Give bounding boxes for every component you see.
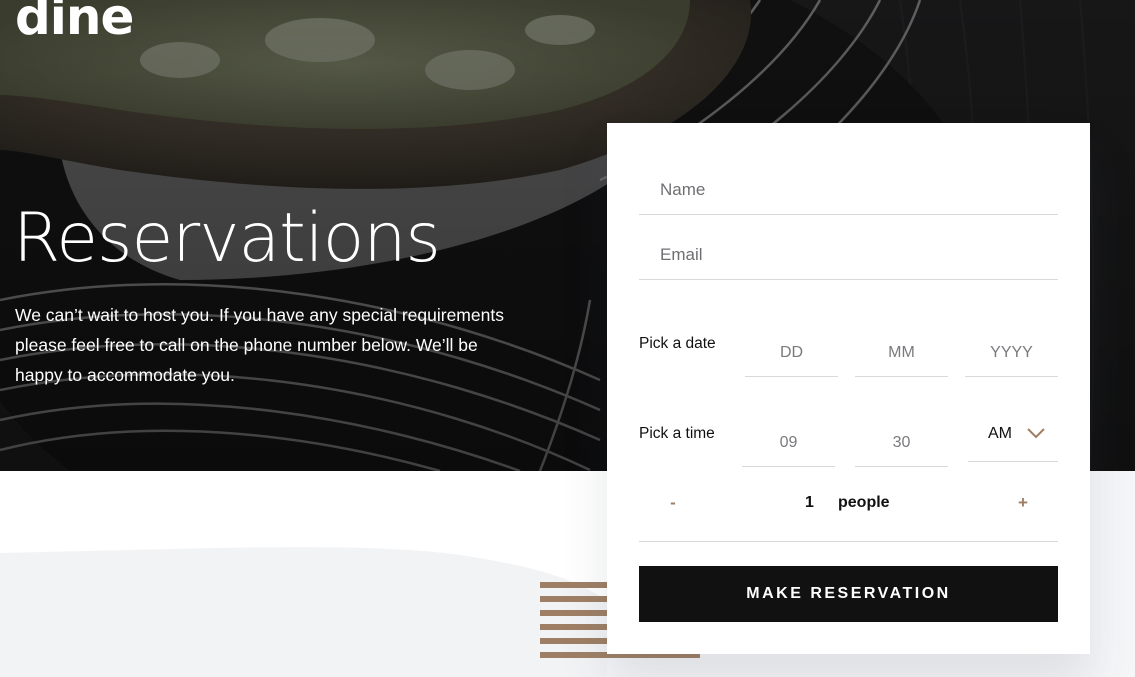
hour-input[interactable] (742, 420, 835, 466)
increment-people-button[interactable]: + (1008, 488, 1038, 518)
name-input[interactable] (639, 166, 1058, 214)
period-select-value: AM (988, 425, 1012, 442)
email-field-container (639, 231, 1058, 280)
email-input[interactable] (639, 231, 1058, 279)
people-stepper: - 1 people + (639, 478, 1058, 542)
page-title: Reservations (13, 199, 441, 278)
chevron-down-icon (1027, 428, 1045, 439)
minute-input[interactable] (855, 420, 948, 466)
day-field-container (745, 330, 838, 377)
decrement-people-button[interactable]: - (658, 488, 688, 518)
day-input[interactable] (745, 330, 838, 376)
hero-description: We can’t wait to host you. If you have a… (15, 305, 504, 385)
year-field-container (965, 330, 1058, 377)
month-field-container (855, 330, 948, 377)
time-label: Pick a time (639, 425, 715, 442)
hour-field-container (742, 420, 835, 467)
brand-logo[interactable]: dine (15, 0, 134, 42)
date-label: Pick a date (639, 335, 716, 352)
year-input[interactable] (965, 330, 1058, 376)
reservation-form: Pick a date Pick a time AM - 1 people + … (607, 123, 1090, 654)
month-input[interactable] (855, 330, 948, 376)
minute-field-container (855, 420, 948, 467)
make-reservation-button[interactable]: MAKE RESERVATION (639, 566, 1058, 622)
period-select[interactable]: AM (968, 412, 1058, 462)
people-count: 1 (805, 494, 814, 511)
people-unit-label: people (838, 494, 890, 511)
name-field-container (639, 166, 1058, 215)
